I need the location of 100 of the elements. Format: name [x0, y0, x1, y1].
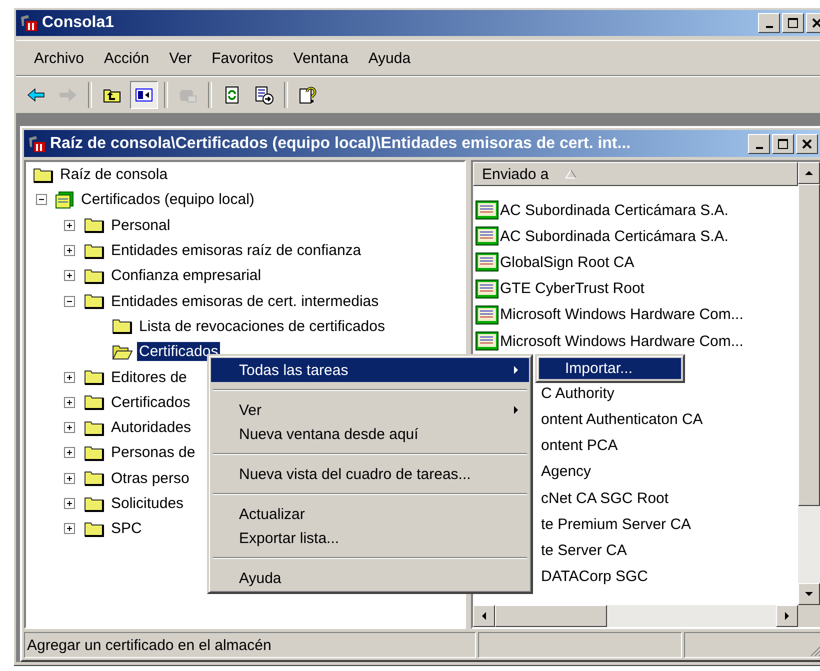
- down-arrow-icon: [804, 590, 814, 598]
- close-icon: [802, 138, 812, 148]
- tree-item[interactable]: Otras perso: [109, 468, 192, 488]
- folder-icon: [83, 242, 105, 260]
- scroll-thumb[interactable]: [495, 605, 607, 627]
- tree-item[interactable]: Certificados: [137, 342, 220, 362]
- open-folder-icon: [111, 342, 133, 361]
- certificate-name[interactable]: Microsoft Windows Hardware Com...: [500, 306, 744, 324]
- tree-item[interactable]: SPC: [109, 519, 144, 538]
- folder-icon: [83, 469, 105, 488]
- minimize-button[interactable]: [758, 13, 780, 33]
- certificate-icon: [475, 226, 499, 246]
- folder-icon: [83, 292, 105, 310]
- expand-icon[interactable]: [64, 447, 75, 458]
- folder-icon: [83, 216, 105, 234]
- folder-icon: [83, 266, 105, 285]
- tree-item[interactable]: Personal: [109, 216, 172, 235]
- expand-icon[interactable]: [64, 422, 75, 434]
- menu-item[interactable]: Nueva ventana desde aquí: [211, 422, 529, 446]
- folder-icon: [83, 520, 105, 538]
- tree-item[interactable]: Solicitudes: [109, 494, 186, 513]
- menu-item[interactable]: Favoritos: [202, 50, 284, 66]
- expand-icon[interactable]: [64, 498, 75, 509]
- tree-item[interactable]: Editores de: [109, 368, 189, 387]
- maximize-icon: [788, 18, 798, 28]
- menu-item[interactable]: Exportar lista...: [211, 526, 529, 550]
- certificate-icon: [475, 304, 499, 325]
- certificate-name[interactable]: Microsoft Windows Hardware Com...: [500, 332, 744, 350]
- collapse-icon[interactable]: [36, 194, 47, 206]
- window-title: Consola1: [42, 14, 116, 32]
- certificate-name[interactable]: GlobalSign Root CA: [500, 254, 634, 271]
- certificate-name[interactable]: AC Subordinada Certicámara S.A.: [500, 228, 728, 245]
- horizontal-scrollbar[interactable]: [473, 605, 798, 627]
- folder-icon: [83, 418, 105, 437]
- menu-item[interactable]: Ver: [159, 50, 202, 66]
- right-arrow-icon: [783, 611, 791, 621]
- certificate-icon: [475, 331, 499, 352]
- menu-item[interactable]: Todas las tareas: [211, 358, 529, 382]
- tree-item[interactable]: Entidades emisoras raíz de confianza: [109, 241, 364, 260]
- expand-icon[interactable]: [64, 523, 75, 534]
- scroll-right-button[interactable]: [776, 605, 798, 627]
- scrollbar-corner: [798, 605, 820, 627]
- tree-item[interactable]: Autoridades: [109, 418, 194, 438]
- maximize-icon: [778, 138, 788, 148]
- certificate-store-icon: [55, 190, 75, 209]
- certificate-icon: [475, 200, 499, 220]
- menu-item[interactable]: Ver: [211, 398, 529, 422]
- submenu-arrow-icon: [513, 365, 519, 375]
- export-list-icon: [254, 85, 274, 105]
- console-icon: [20, 14, 38, 32]
- minimize-button[interactable]: [748, 134, 770, 154]
- child-window-title: Raíz de consola\Certificados (equipo local)\Entidades emisoras de cert. int...: [50, 134, 632, 152]
- close-button[interactable]: [796, 134, 818, 154]
- expand-icon[interactable]: [64, 472, 75, 484]
- expand-icon[interactable]: [64, 396, 75, 408]
- help-icon: [298, 85, 318, 105]
- expand-icon[interactable]: [64, 270, 75, 282]
- tree-item[interactable]: Entidades emisoras de cert. intermedias: [109, 292, 381, 311]
- menu-item[interactable]: Nueva vista del cuadro de tareas...: [211, 462, 529, 486]
- close-icon: [812, 18, 820, 28]
- tree-item[interactable]: Raíz de consola: [58, 165, 170, 184]
- certificate-icon: [475, 252, 499, 272]
- folder-icon: [83, 393, 105, 412]
- column-header[interactable]: Enviado a: [473, 162, 798, 186]
- collapse-icon[interactable]: [64, 296, 75, 307]
- show-tree-button[interactable]: [130, 81, 158, 109]
- certificate-name[interactable]: GTE CyberTrust Root: [500, 280, 644, 298]
- scroll-thumb[interactable]: [798, 184, 820, 506]
- certificate-icon: [475, 278, 499, 299]
- scroll-left-button[interactable]: [473, 605, 495, 627]
- menu-item[interactable]: Importar...: [539, 358, 681, 379]
- maximize-button[interactable]: [782, 13, 804, 33]
- expand-icon[interactable]: [64, 245, 75, 256]
- menu-item[interactable]: Ventana: [283, 50, 358, 66]
- tree-item[interactable]: Personas de: [109, 443, 198, 462]
- scroll-up-button[interactable]: [798, 162, 820, 184]
- tree-item[interactable]: Lista de revocaciones de certificados: [137, 316, 387, 336]
- minimize-icon: [766, 26, 772, 28]
- folder-icon: [111, 317, 133, 336]
- expand-icon[interactable]: [64, 220, 75, 231]
- tree-item[interactable]: Certificados (equipo local): [79, 190, 256, 210]
- folder-icon: [32, 166, 54, 184]
- console-icon: [28, 134, 46, 152]
- maximize-button[interactable]: [772, 134, 794, 154]
- menu-item[interactable]: Ayuda: [211, 566, 529, 590]
- scroll-down-button[interactable]: [798, 583, 820, 605]
- submenu-arrow-icon: [513, 405, 519, 415]
- certificate-name[interactable]: AC Subordinada Certicámara S.A.: [500, 202, 728, 219]
- menu-item[interactable]: Actualizar: [211, 502, 529, 526]
- tree-item[interactable]: Certificados: [109, 392, 192, 412]
- folder-icon: [83, 368, 105, 386]
- expand-icon[interactable]: [64, 372, 75, 383]
- menu-item[interactable]: Archivo: [24, 50, 94, 66]
- vertical-scrollbar[interactable]: [798, 162, 820, 605]
- tree-item[interactable]: Confianza empresarial: [109, 266, 264, 286]
- sort-ascending-icon: [564, 169, 577, 179]
- menu-item[interactable]: Ayuda: [358, 50, 421, 66]
- minimize-icon: [756, 146, 762, 148]
- folder-icon: [83, 494, 105, 512]
- menu-item[interactable]: Acción: [94, 50, 160, 66]
